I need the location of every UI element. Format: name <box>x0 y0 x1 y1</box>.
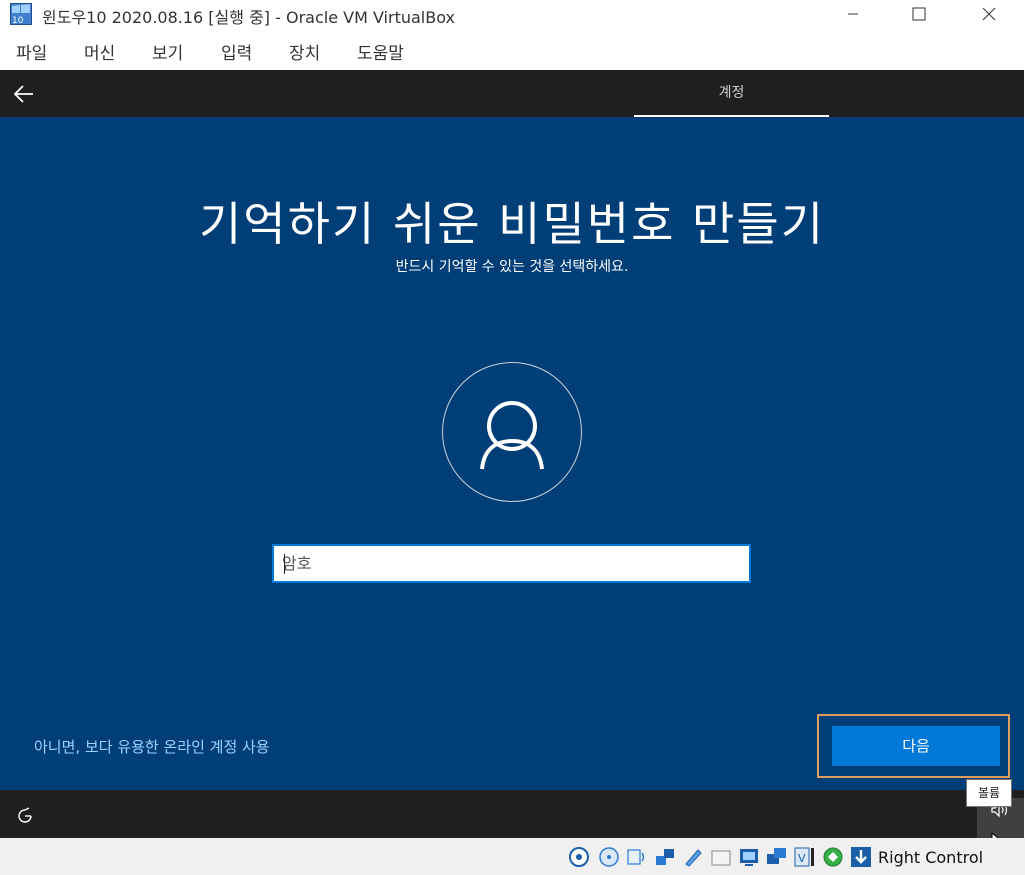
menu-devices[interactable]: 장치 <box>289 39 320 64</box>
menu-machine[interactable]: 머신 <box>84 39 115 64</box>
oobe-footer <box>0 790 1024 838</box>
mouse-integration-icon[interactable] <box>822 846 844 868</box>
display-icon[interactable] <box>738 846 760 868</box>
keyboard-capture-icon[interactable] <box>850 846 872 868</box>
online-account-link[interactable]: 아니면, 보다 유용한 온라인 계정 사용 <box>34 736 270 757</box>
password-field[interactable] <box>272 544 751 583</box>
minimize-button[interactable] <box>830 0 876 28</box>
oobe-header: 계정 <box>0 70 1024 117</box>
virtualization-icon[interactable]: V <box>794 846 816 868</box>
optical-drive-icon[interactable] <box>598 846 620 868</box>
svg-text:V: V <box>798 852 806 865</box>
network-icon[interactable] <box>654 846 676 868</box>
window-title: 윈도우10 2020.08.16 [실행 중] - Oracle VM Virt… <box>42 8 455 27</box>
close-icon <box>982 7 996 21</box>
user-icon <box>480 401 544 470</box>
video-capture-icon[interactable] <box>766 846 788 868</box>
audio-icon[interactable] <box>626 846 648 868</box>
status-bar: V Right Control <box>0 838 1025 875</box>
vm-screen[interactable]: 계정 기억하기 쉬운 비밀번호 만들기 반드시 기억할 수 있는 것을 선택하세… <box>0 70 1024 838</box>
title-bar: 10 윈도우10 2020.08.16 [실행 중] - Oracle VM V… <box>0 0 1025 28</box>
page-subtitle: 반드시 기억할 수 있는 것을 선택하세요. <box>395 259 629 275</box>
close-button[interactable] <box>966 0 1012 28</box>
menu-help[interactable]: 도움말 <box>357 39 404 64</box>
usb-icon[interactable] <box>682 846 704 868</box>
minimize-icon <box>848 13 858 15</box>
menu-input[interactable]: 입력 <box>221 39 252 64</box>
arrow-left-icon[interactable] <box>12 82 36 106</box>
accessibility-icon[interactable] <box>16 807 34 825</box>
page-title: 기억하기 쉬운 비밀번호 만들기 <box>198 197 826 251</box>
avatar <box>442 362 582 502</box>
menu-file[interactable]: 파일 <box>16 39 47 64</box>
menu-bar: 파일 머신 보기 입력 장치 도움말 <box>0 28 1025 70</box>
shared-folders-icon[interactable] <box>710 846 732 868</box>
hard-disk-icon[interactable] <box>568 846 590 868</box>
menu-view[interactable]: 보기 <box>152 39 183 64</box>
text-caret <box>284 554 285 574</box>
virtualbox-windows10-icon: 10 <box>10 3 32 25</box>
password-input[interactable] <box>282 546 742 581</box>
volume-tooltip: 볼륨 <box>966 779 1012 807</box>
next-button[interactable]: 다음 <box>832 726 1000 766</box>
tab-account-underline <box>634 115 829 117</box>
svg-text:10: 10 <box>12 16 24 25</box>
maximize-button[interactable] <box>896 0 942 28</box>
maximize-icon <box>912 7 926 21</box>
host-key-label: Right Control <box>878 848 984 867</box>
tab-account: 계정 <box>718 85 745 101</box>
